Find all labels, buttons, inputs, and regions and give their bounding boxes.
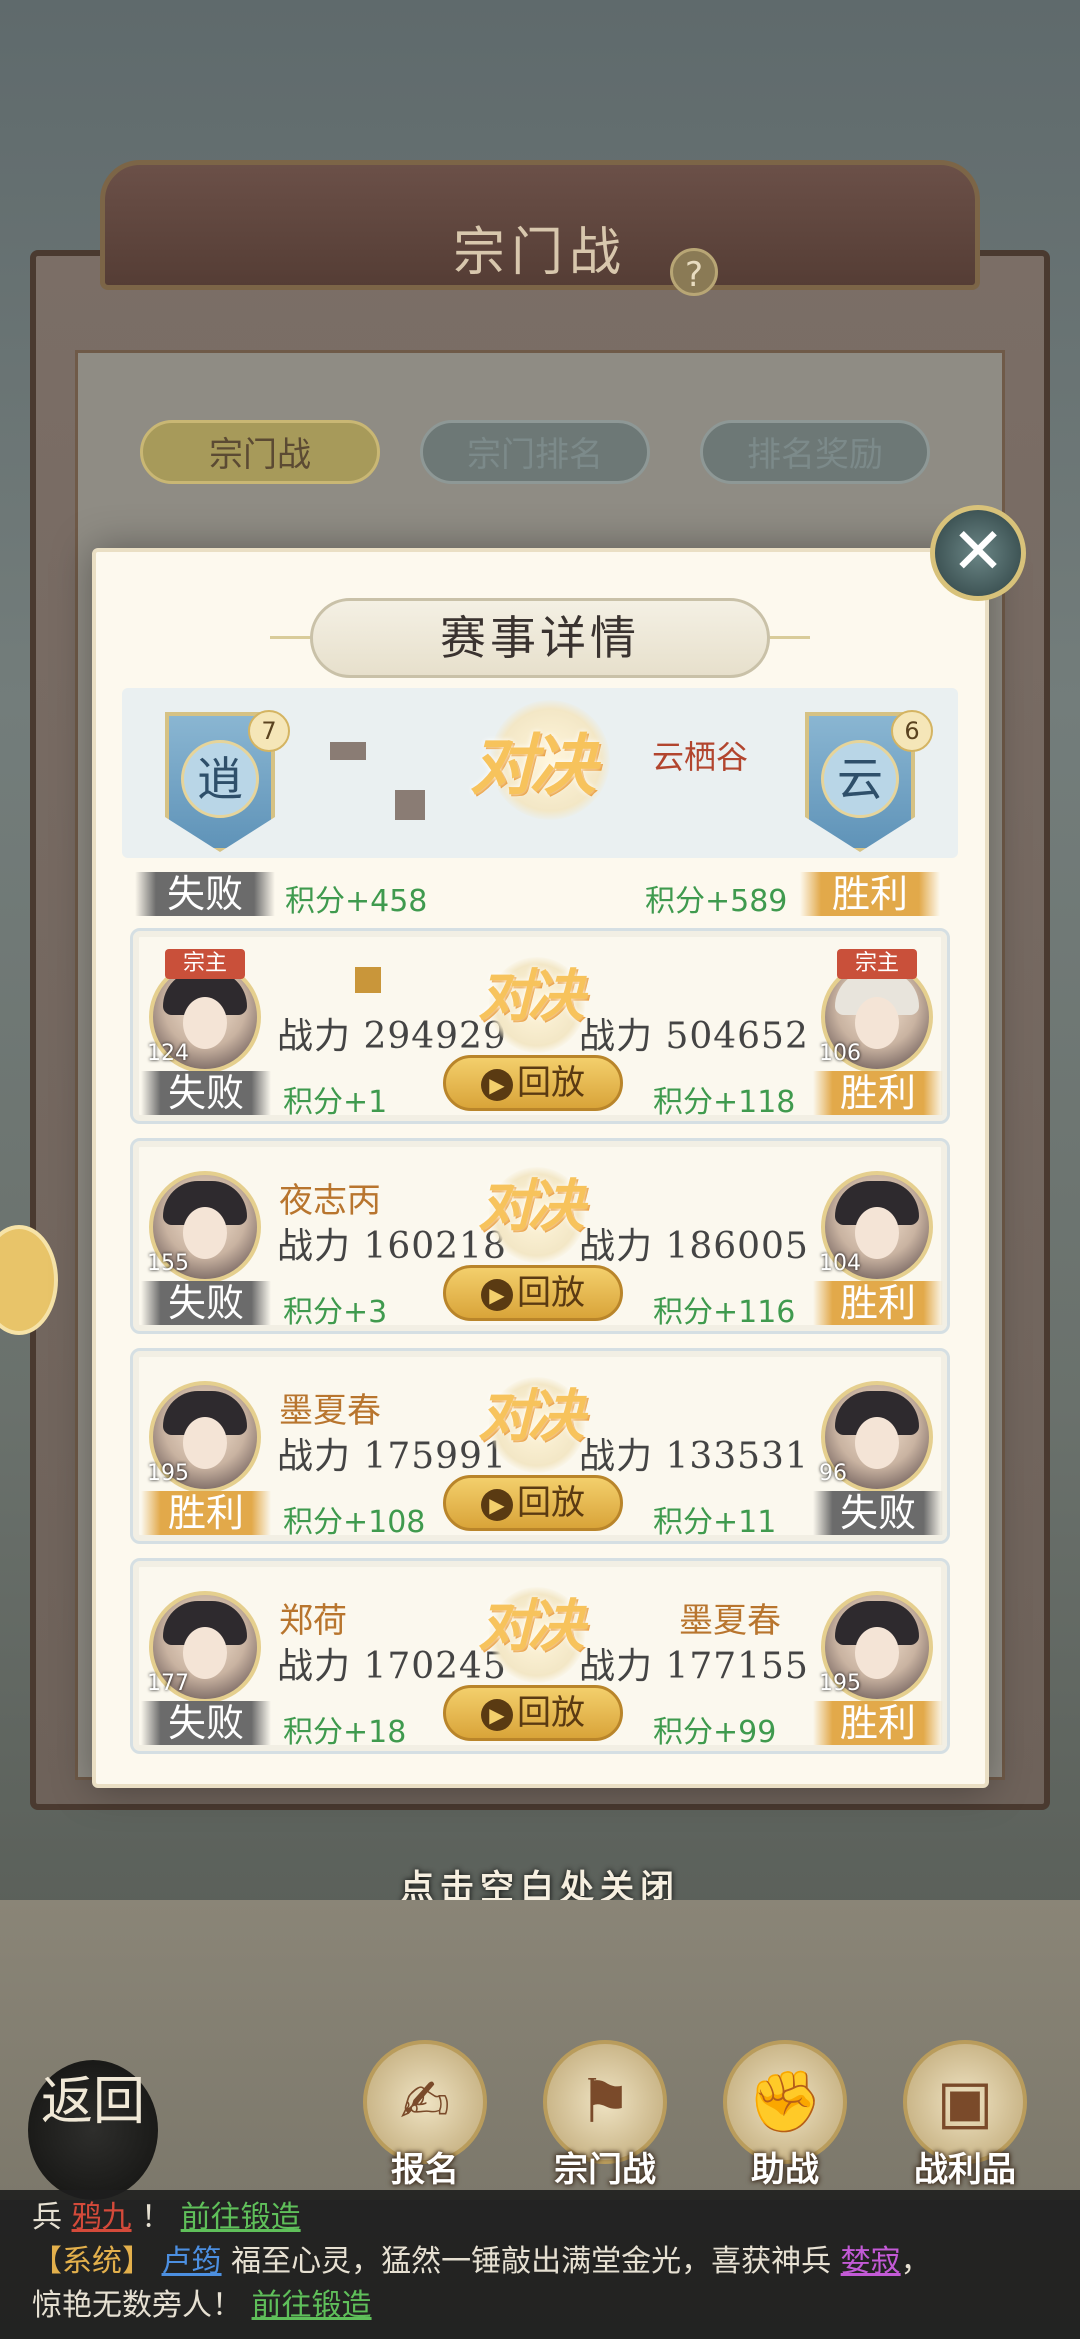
left-player-name: 夜志丙 bbox=[279, 1181, 381, 1221]
left-leader-tag: 宗主 bbox=[165, 949, 245, 979]
left-result: 失败 bbox=[141, 1281, 271, 1325]
replay-button[interactable]: ▶ 回放 bbox=[443, 1685, 623, 1741]
item-link[interactable]: 鸦九 bbox=[72, 2200, 132, 2235]
left-player-name: 墨夏春 bbox=[279, 1391, 381, 1431]
right-result: 胜利 bbox=[813, 1701, 943, 1745]
match-card: 177 郑荷 战力 170245 对决 墨夏春 战力 177155 195 失败… bbox=[130, 1558, 950, 1754]
right-player-power: 战力 133531 bbox=[579, 1436, 809, 1477]
match-list[interactable]: 宗主 124 战力 294929 对决 战力 504652 宗主 106 失败 … bbox=[122, 928, 958, 1754]
right-player-level: 96 bbox=[819, 1461, 847, 1486]
right-sect-name: 云栖谷 bbox=[652, 738, 749, 776]
left-player-level: 124 bbox=[147, 1041, 189, 1066]
right-result: 胜利 bbox=[813, 1281, 943, 1325]
right-score: 积分+11 bbox=[653, 1505, 777, 1540]
help-icon[interactable]: ? bbox=[670, 248, 718, 296]
left-player-name-obscured bbox=[355, 967, 381, 993]
right-sect-result: 胜利 bbox=[800, 872, 940, 916]
play-icon: ▶ bbox=[481, 1069, 513, 1101]
replay-button[interactable]: ▶ 回放 bbox=[443, 1265, 623, 1321]
back-button[interactable]: 返回 bbox=[28, 2060, 158, 2200]
left-player-power: 战力 175991 bbox=[277, 1436, 507, 1477]
nav-signup[interactable]: ✍ 报名 bbox=[350, 2040, 500, 2191]
right-sect-emblem: 云 bbox=[821, 740, 899, 818]
right-player-power: 战力 177155 bbox=[579, 1646, 809, 1687]
close-button[interactable]: ✕ bbox=[930, 505, 1026, 601]
play-icon: ▶ bbox=[481, 1699, 513, 1731]
right-player-level: 104 bbox=[819, 1251, 861, 1276]
right-player-level: 106 bbox=[819, 1041, 861, 1066]
vs-label: 对决 bbox=[478, 963, 584, 1029]
left-player-name: 郑荷 bbox=[279, 1601, 347, 1641]
left-sect-score: 积分+458 bbox=[285, 884, 428, 919]
chat-line-1: 兵 鸦九 ！ 前往锻造 bbox=[32, 2200, 301, 2235]
tab-sect-ranking[interactable]: 宗门排名 bbox=[420, 420, 650, 484]
play-icon: ▶ bbox=[481, 1279, 513, 1311]
left-sect-name-obscured bbox=[330, 742, 366, 760]
left-sect-result: 失败 bbox=[135, 872, 275, 916]
forge-link[interactable]: 前往锻造 bbox=[252, 2288, 372, 2323]
left-sect-name-obscured-2 bbox=[395, 790, 425, 820]
right-player-name: 墨夏春 bbox=[679, 1601, 781, 1641]
right-player-power: 战力 186005 bbox=[579, 1226, 809, 1267]
tab-ranking-rewards[interactable]: 排名奖励 bbox=[700, 420, 930, 484]
match-card: 195 墨夏春 战力 175991 对决 战力 133531 96 胜利 积分+… bbox=[130, 1348, 950, 1544]
right-result: 失败 bbox=[813, 1491, 943, 1535]
chat-line-3: 惊艳无数旁人！ 前往锻造 bbox=[32, 2288, 372, 2323]
right-sect-score: 积分+589 bbox=[645, 884, 788, 919]
modal-title: 赛事详情 bbox=[440, 611, 640, 665]
vs-label: 对决 bbox=[470, 726, 596, 804]
left-score: 积分+3 bbox=[283, 1295, 388, 1330]
left-player-power: 战力 160218 bbox=[277, 1226, 507, 1267]
item-link[interactable]: 婪寂 bbox=[841, 2244, 901, 2279]
player-link[interactable]: 卢筠 bbox=[162, 2244, 222, 2279]
left-player-level: 195 bbox=[147, 1461, 189, 1486]
tab-sect-war[interactable]: 宗门战 bbox=[140, 420, 380, 484]
left-score: 积分+18 bbox=[283, 1715, 407, 1750]
right-sect-level-badge: 6 bbox=[891, 710, 933, 752]
title-ornament-right bbox=[770, 636, 810, 639]
left-player-level: 177 bbox=[147, 1671, 189, 1696]
left-sect-emblem: 逍 bbox=[181, 740, 259, 818]
system-tag: 【系统】 bbox=[32, 2244, 152, 2279]
right-score: 积分+116 bbox=[653, 1295, 796, 1330]
title-ornament-left bbox=[270, 636, 310, 639]
vs-label: 对决 bbox=[478, 1383, 584, 1449]
match-card: 宗主 124 战力 294929 对决 战力 504652 宗主 106 失败 … bbox=[130, 928, 950, 1124]
chat-line-2: 【系统】 卢筠 福至心灵，猛然一锤敲出满堂金光，喜获神兵 婪寂， bbox=[32, 2244, 931, 2279]
left-result: 胜利 bbox=[141, 1491, 271, 1535]
left-sect-level-badge: 7 bbox=[248, 710, 290, 752]
nav-loot[interactable]: ▣ 战利品 bbox=[890, 2040, 1040, 2191]
nav-assist[interactable]: ✊ 助战 bbox=[710, 2040, 860, 2191]
left-score: 积分+1 bbox=[283, 1085, 388, 1120]
left-player-power: 战力 170245 bbox=[277, 1646, 507, 1687]
left-score: 积分+108 bbox=[283, 1505, 426, 1540]
system-chat-ticker: 兵 鸦九 ！ 前往锻造 【系统】 卢筠 福至心灵，猛然一锤敲出满堂金光，喜获神兵… bbox=[0, 2190, 1080, 2339]
play-icon: ▶ bbox=[481, 1489, 513, 1521]
right-player-power: 战力 504652 bbox=[579, 1016, 809, 1057]
replay-button[interactable]: ▶ 回放 bbox=[443, 1475, 623, 1531]
replay-button[interactable]: ▶ 回放 bbox=[443, 1055, 623, 1111]
vs-label: 对决 bbox=[478, 1593, 584, 1659]
right-player-level: 195 bbox=[819, 1671, 861, 1696]
page-title: 宗门战 bbox=[452, 223, 627, 283]
right-result: 胜利 bbox=[813, 1071, 943, 1115]
nav-sect-war[interactable]: ⚑ 宗门战 bbox=[530, 2040, 680, 2191]
right-leader-tag: 宗主 bbox=[837, 949, 917, 979]
vs-label: 对决 bbox=[478, 1173, 584, 1239]
left-player-power: 战力 294929 bbox=[277, 1016, 507, 1057]
match-card: 155 夜志丙 战力 160218 对决 战力 186005 104 失败 积分… bbox=[130, 1138, 950, 1334]
left-result: 失败 bbox=[141, 1071, 271, 1115]
right-score: 积分+99 bbox=[653, 1715, 777, 1750]
right-score: 积分+118 bbox=[653, 1085, 796, 1120]
left-player-level: 155 bbox=[147, 1251, 189, 1276]
left-result: 失败 bbox=[141, 1701, 271, 1745]
forge-link[interactable]: 前往锻造 bbox=[181, 2200, 301, 2235]
